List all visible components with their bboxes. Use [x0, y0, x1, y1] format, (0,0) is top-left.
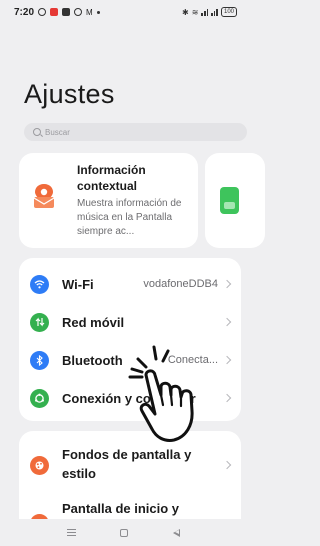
settings-item-wifi[interactable]: Wi-Fi vodafoneDDB4 [19, 268, 241, 300]
chevron-right-icon [222, 393, 232, 403]
settings-item-value: vodafoneDDB4 [143, 278, 218, 290]
settings-item-label: Bluetooth [62, 352, 123, 368]
message-notification-icon [62, 8, 71, 16]
bluetooth-status-icon: ✱ [182, 7, 189, 17]
settings-item-label: Fondos de pantalla y estilo [62, 447, 192, 481]
back-button[interactable] [172, 528, 180, 537]
context-info-icon [33, 184, 55, 208]
wifi-icon [30, 274, 49, 294]
app-notification-icon [50, 8, 59, 16]
device-icon [220, 187, 239, 214]
signal-icon-2 [211, 8, 218, 16]
home-button[interactable] [120, 528, 129, 537]
battery-icon: 100 [220, 7, 237, 17]
context-info-card[interactable]: Información contextual Muestra informaci… [19, 153, 198, 248]
status-left: 7:20 M [14, 7, 100, 18]
settings-item-mobile-network[interactable]: Red móvil [19, 306, 241, 338]
status-bar: 7:20 M ✱ ≋ 100 [0, 0, 247, 24]
wifi-status-icon: ≋ [191, 7, 199, 17]
chevron-right-icon [222, 355, 232, 365]
search-input[interactable]: Buscar [24, 123, 247, 141]
settings-item-label: Wi-Fi [62, 276, 94, 292]
settings-item-wallpaper[interactable]: Fondos de pantalla y estilo [19, 445, 241, 485]
tap-gesture-hand-icon [128, 345, 194, 442]
notification-icon [38, 8, 47, 16]
search-icon [33, 128, 41, 136]
status-right: ✱ ≋ 100 [182, 7, 237, 17]
page-title: Ajustes [24, 79, 115, 109]
status-time: 7:20 [14, 6, 35, 18]
signal-icon [201, 8, 209, 16]
gmail-icon: M [86, 7, 93, 17]
display-card: Fondos de pantalla y estilo Pantalla de … [19, 431, 241, 531]
chevron-right-icon [222, 317, 232, 327]
context-info-description: Muestra información de música en la Pant… [77, 198, 182, 237]
wallpaper-style-icon [30, 456, 49, 475]
sync-icon [74, 8, 83, 16]
search-placeholder: Buscar [45, 127, 70, 137]
settings-item-label: Red móvil [62, 314, 125, 330]
bluetooth-icon [30, 350, 49, 370]
context-card-next[interactable] [205, 153, 265, 248]
context-info-title: Información contextual [77, 163, 146, 193]
recent-apps-button[interactable] [67, 529, 77, 536]
chevron-right-icon [222, 460, 232, 470]
more-notifications-icon [96, 10, 100, 14]
connection-share-icon [30, 388, 49, 408]
chevron-right-icon [222, 279, 232, 289]
settings-item-label: Pantalla de inicio y [62, 501, 180, 516]
navigation-bar [0, 519, 247, 546]
mobile-network-icon [30, 312, 49, 332]
